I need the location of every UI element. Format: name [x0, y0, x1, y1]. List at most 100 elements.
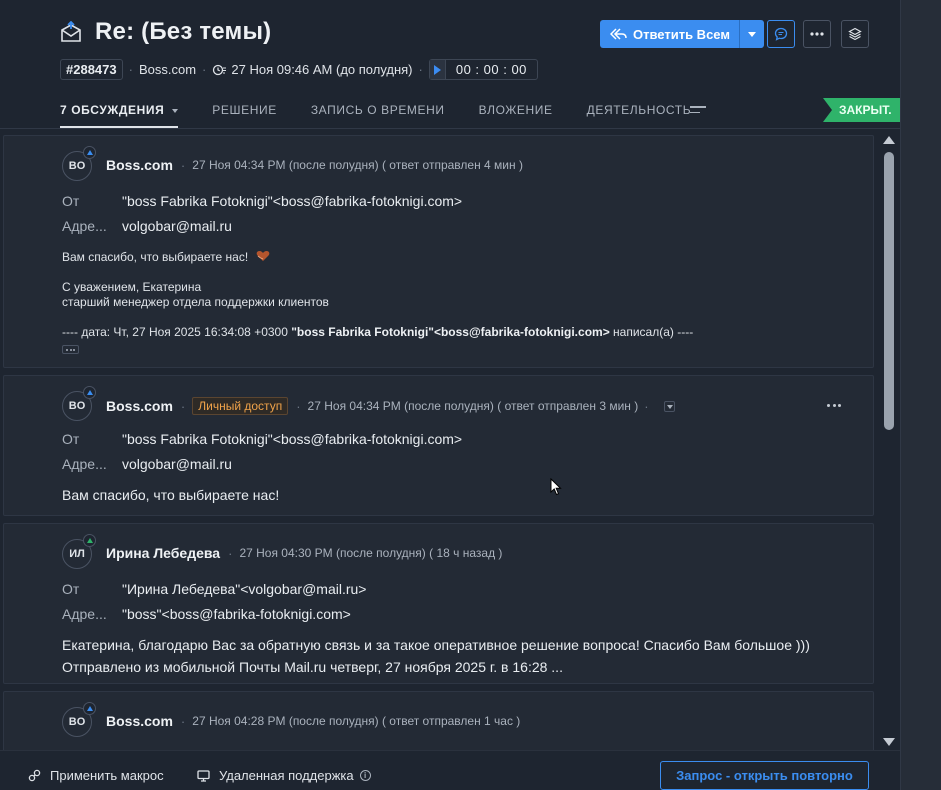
- message-more-icon[interactable]: [827, 404, 841, 408]
- tabs-divider: [0, 128, 900, 129]
- created-time: 27 Ноя 09:46 AM (до полудня): [231, 62, 413, 77]
- message-body: Вам спасибо, что выбираете нас!: [62, 487, 280, 503]
- separator-dot: ·: [180, 157, 186, 173]
- chat-bubble-icon: [774, 27, 788, 41]
- tabs-menu-icon[interactable]: [690, 106, 706, 118]
- play-icon[interactable]: [429, 60, 446, 79]
- tab-resolution[interactable]: РЕШЕНИЕ: [212, 100, 277, 128]
- avatar: BO: [62, 386, 96, 421]
- from-value: "Ирина Лебедева"<volgobar@mail.ru>: [122, 581, 367, 597]
- monitor-icon: [197, 769, 210, 782]
- thread-scrollbar[interactable]: [880, 132, 898, 750]
- reply-all-icon: [610, 28, 627, 40]
- from-field: От "boss Fabrika Fotoknigi"<boss@fabrika…: [62, 193, 462, 209]
- avatar-initials: BO: [68, 160, 86, 172]
- separator-dot: ·: [418, 62, 423, 77]
- tab-time-entry[interactable]: ЗАПИСЬ О ВРЕМЕНИ: [311, 100, 445, 128]
- comment-button[interactable]: [767, 20, 795, 48]
- tab-activity[interactable]: ДЕЯТЕЛЬНОСТЬ: [587, 100, 692, 128]
- ticket-view: Re: (Без темы) #288473 · Boss.com · 27 Н…: [0, 0, 900, 790]
- layers-button[interactable]: [841, 20, 869, 48]
- remote-support-button[interactable]: Удаленная поддержка i: [197, 768, 371, 783]
- ticket-tabs: 7 ОБСУЖДЕНИЯ РЕШЕНИЕ ЗАПИСЬ О ВРЕМЕНИ ВЛ…: [60, 100, 725, 128]
- avatar: BO: [62, 146, 96, 181]
- scroll-up-icon[interactable]: [883, 136, 895, 144]
- to-value: volgobar@mail.ru: [122, 456, 232, 472]
- from-label: От: [62, 193, 80, 209]
- message-header: Boss.com · 27 Ноя 04:28 PM (после полудн…: [106, 713, 520, 729]
- message-card: BO Boss.com · Личный доступ · 27 Ноя 04:…: [3, 375, 874, 516]
- from-label: От: [62, 431, 80, 447]
- scroll-down-icon[interactable]: [883, 738, 895, 746]
- to-field: Адре... volgobar@mail.ru: [62, 218, 232, 234]
- outgoing-arrow-icon: [83, 702, 96, 715]
- reply-all-button-group: Ответить Всем: [600, 20, 764, 48]
- signature-line: С уважением, Екатерина: [62, 280, 202, 294]
- to-label: Адре...: [62, 606, 107, 622]
- sender-name[interactable]: Boss.com: [106, 398, 173, 414]
- mouse-cursor-icon: [550, 478, 562, 496]
- reply-all-label: Ответить Всем: [633, 26, 730, 42]
- time-tracker: 00 : 00 : 00: [428, 59, 538, 80]
- outgoing-arrow-icon: [83, 146, 96, 159]
- separator-dot: ·: [128, 62, 133, 77]
- from-field: От "boss Fabrika Fotoknigi"<boss@fabrika…: [62, 431, 462, 447]
- reopen-request-button[interactable]: Запрос - открыть повторно: [660, 761, 869, 790]
- chevron-down-icon: [172, 108, 179, 113]
- avatar: BO: [62, 702, 96, 737]
- tab-attachments[interactable]: ВЛОЖЕНИЕ: [479, 100, 553, 128]
- to-field: Адре... "boss"<boss@fabrika-fotoknigi.co…: [62, 606, 351, 622]
- to-value: "boss"<boss@fabrika-fotoknigi.com>: [122, 606, 351, 622]
- to-label: Адре...: [62, 456, 107, 472]
- info-icon[interactable]: i: [359, 770, 371, 781]
- title-row: Re: (Без темы): [60, 18, 271, 46]
- to-field: Адре... volgobar@mail.ru: [62, 456, 232, 472]
- apply-macro-button[interactable]: Применить макрос: [28, 768, 164, 783]
- incoming-arrow-icon: [83, 534, 96, 547]
- ticket-meta: #288473 · Boss.com · 27 Ноя 09:46 AM (до…: [60, 59, 538, 80]
- tab-label: 7 ОБСУЖДЕНИЯ: [60, 103, 165, 117]
- quote-header: ---- дата: Чт, 27 Ноя 2025 16:34:08 +030…: [62, 325, 693, 340]
- reply-all-button[interactable]: Ответить Всем: [600, 20, 739, 48]
- envelope-outgoing-icon: [61, 21, 81, 42]
- ticket-id[interactable]: #288473: [60, 59, 123, 80]
- chevron-down-icon: [747, 31, 756, 37]
- macro-icon: [28, 769, 41, 782]
- message-card: ИЛ Ирина Лебедева · 27 Ноя 04:30 PM (пос…: [3, 523, 874, 684]
- avatar-initials: ИЛ: [69, 548, 85, 560]
- quote-author: "boss Fabrika Fotoknigi"<boss@fabrika-fo…: [291, 325, 610, 339]
- sender-name[interactable]: Boss.com: [106, 713, 173, 729]
- quote-prefix: ---- дата: Чт, 27 Ноя 2025 16:34:08 +030…: [62, 325, 292, 339]
- more-options-button[interactable]: [803, 20, 831, 48]
- tab-conversations[interactable]: 7 ОБСУЖДЕНИЯ: [60, 100, 179, 128]
- layers-icon: [848, 27, 862, 41]
- message-body-line: Вам спасибо, что выбираете нас!: [62, 250, 270, 265]
- show-quoted-text-button[interactable]: [62, 345, 79, 354]
- from-label: От: [62, 581, 80, 597]
- message-time: 27 Ноя 04:28 PM (после полудня) ( ответ …: [192, 714, 521, 728]
- scroll-thumb[interactable]: [884, 152, 894, 430]
- separator-dot: ·: [180, 713, 186, 729]
- more-horizontal-icon: [810, 32, 824, 36]
- separator-dot: ·: [228, 545, 233, 561]
- separator-dot: ·: [180, 398, 186, 414]
- right-sidebar-edge: [900, 0, 941, 790]
- body-text: Вам спасибо, что выбираете нас!: [62, 250, 249, 264]
- chevron-down-icon[interactable]: [663, 400, 675, 412]
- sender-name[interactable]: Ирина Лебедева: [106, 545, 220, 561]
- message-header: Boss.com · 27 Ноя 04:34 PM (после полудн…: [106, 157, 523, 173]
- company-link[interactable]: Boss.com: [139, 62, 196, 77]
- apply-macro-label: Применить макрос: [50, 768, 164, 783]
- avatar-initials: BO: [68, 400, 86, 412]
- heart-emoji-icon: [256, 251, 269, 261]
- page-title: Re: (Без темы): [95, 18, 272, 45]
- message-time: 27 Ноя 04:34 PM (после полудня) ( ответ …: [307, 399, 639, 413]
- message-time: 27 Ноя 04:30 PM (после полудня) ( 18 ч н…: [239, 546, 503, 560]
- quote-suffix: написал(а) ----: [609, 325, 694, 339]
- sender-name[interactable]: Boss.com: [106, 157, 173, 173]
- timer-value: 00 : 00 : 00: [455, 62, 527, 77]
- status-badge: ЗАКРЫТ.: [823, 98, 900, 122]
- to-value: volgobar@mail.ru: [122, 218, 232, 234]
- conversation-thread: BO Boss.com · 27 Ноя 04:34 PM (после пол…: [0, 132, 880, 750]
- reply-options-dropdown[interactable]: [738, 20, 764, 48]
